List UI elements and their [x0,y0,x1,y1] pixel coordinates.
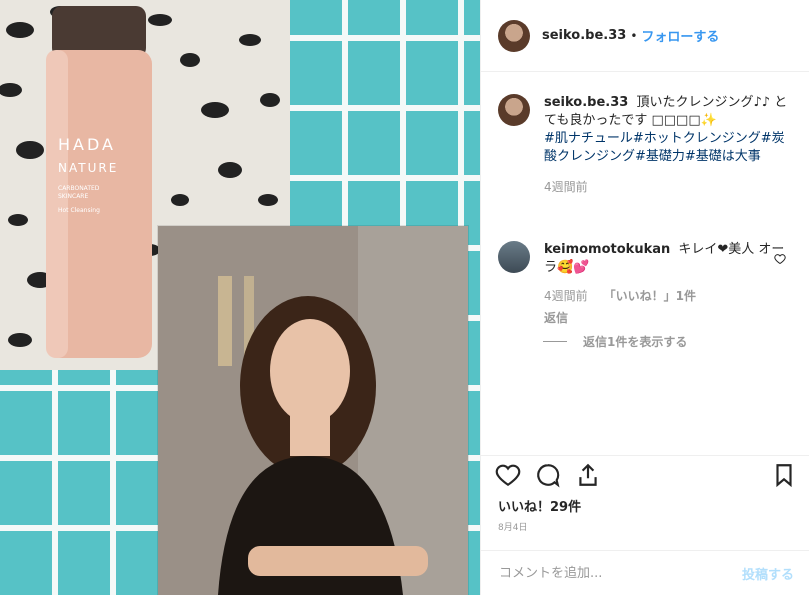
reply-button[interactable]: 返信 [544,309,568,327]
caption-username[interactable]: seiko.be.33 [544,95,628,110]
brand-line2: NATURE [58,161,118,175]
brand-text2: SKINCARE [58,193,88,200]
view-replies-label[interactable]: 返信1件を表示する [583,333,687,350]
portrait-photo [158,226,468,595]
post-media[interactable]: HADA NATURE CARBONATED SKINCARE Hot Clea… [0,0,480,595]
replies-line [543,341,567,342]
brand-line1: HADA [58,135,116,154]
comment-like-heart-icon[interactable] [774,253,786,265]
caption-avatar[interactable] [498,94,530,126]
comment-likes[interactable]: 「いいね！」1件 [604,287,696,305]
caption-hashtags[interactable]: #肌ナチュール#ホットクレンジング#炭酸クレンジング#基礎力#基礎は大事 [544,131,785,164]
bookmark-icon[interactable] [771,462,797,488]
share-icon[interactable] [575,462,601,488]
comment-meta: 4週間前 「いいね！」1件 [544,287,794,305]
commenter-username[interactable]: keimomotokukan [544,242,670,257]
author-avatar[interactable] [498,19,530,52]
caption-time[interactable]: 4週間前 [544,178,794,196]
view-replies[interactable]: 返信1件を表示する [543,333,687,350]
add-comment-bar: 投稿する [481,550,809,595]
brand-text1: CARBONATED [58,185,100,192]
likes-count[interactable]: いいね！29件 [498,496,581,515]
commenter-avatar[interactable] [498,241,530,273]
cleansing-bottle: HADA NATURE CARBONATED SKINCARE Hot Clea… [46,6,152,358]
post-comment-button[interactable]: 投稿する [742,564,794,583]
comment-input[interactable] [497,564,731,582]
brand-text3: Hot Cleansing [58,207,100,214]
caption: seiko.be.33 頂いたクレンジング♪♪ とても良かったです □□□□✨ … [498,94,798,196]
post-sidebar: seiko.be.33 • フォローする seiko.be.33 頂いたクレンジ… [480,0,809,595]
portrait-illustration [158,226,468,595]
action-bar [481,455,809,496]
post-date[interactable]: 8月4日 [498,520,527,533]
comment-item: keimomotokukan キレイ❤美人 オーラ🥰💕 4週間前 「いいね！」1… [498,241,798,327]
separator-dot: • [630,28,638,43]
author-username[interactable]: seiko.be.33 [542,28,626,43]
follow-button[interactable]: フォローする [641,26,719,45]
comment-time[interactable]: 4週間前 [544,287,588,305]
like-heart-icon[interactable] [495,462,521,488]
comment-bubble-icon[interactable] [535,462,561,488]
post-header: seiko.be.33 • フォローする [481,0,809,72]
